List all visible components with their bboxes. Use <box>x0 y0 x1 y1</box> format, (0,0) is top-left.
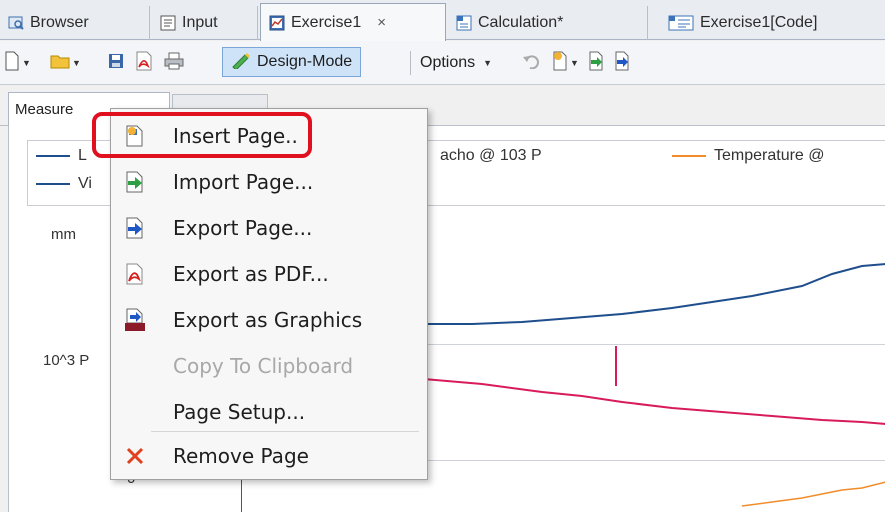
menu-item-label: Page Setup... <box>173 400 306 424</box>
import-page-toolbar-button[interactable] <box>588 51 604 75</box>
new-document-icon <box>4 51 20 76</box>
imc-graphics-icon <box>123 308 147 332</box>
printer-icon <box>164 52 184 75</box>
menu-item-label: Export as PDF... <box>173 262 329 286</box>
legend-label: acho @ 103 P <box>440 147 542 164</box>
legend-label: Temperature @ <box>714 147 825 164</box>
series-red-line <box>411 377 885 425</box>
code-icon <box>668 15 694 31</box>
import-page-icon <box>123 170 147 194</box>
export-page-toolbar-button[interactable] <box>614 51 630 75</box>
menu-item-page-setup[interactable]: Page Setup... <box>111 389 427 435</box>
new-page-button[interactable]: ▼ <box>4 51 31 75</box>
design-mode-label: Design-Mode <box>257 53 353 70</box>
save-icon <box>108 53 124 74</box>
tab-input[interactable]: Input <box>152 6 258 40</box>
page-context-menu: Insert Page.. Import Page... Export Page… <box>110 108 428 480</box>
legend-swatch <box>36 155 70 157</box>
toolbar: ▼ ▼ Design-Mode Options ▼ ▼ <box>0 41 885 85</box>
menu-item-copy-to-clipboard: Copy To Clipboard <box>111 343 427 389</box>
export-page-icon <box>614 51 630 76</box>
page-tab-label: Measure <box>15 101 74 118</box>
curve-window-icon <box>269 15 285 31</box>
save-button[interactable] <box>108 51 124 75</box>
legend-label: Vi <box>78 175 92 192</box>
dropdown-arrow-icon: ▼ <box>72 58 81 68</box>
sequence-icon <box>456 15 472 31</box>
open-button[interactable]: ▼ <box>50 51 81 75</box>
window-tab-strip: Browser Input Exercise1 × Calculation* E… <box>0 0 885 41</box>
insert-page-toolbar-button[interactable]: ▼ <box>552 51 579 75</box>
y-axis-label: 10^3 P <box>43 352 90 369</box>
menu-separator <box>151 431 419 432</box>
tab-exercise1-code[interactable]: Exercise1[Code] <box>660 6 885 40</box>
input-icon <box>160 15 176 31</box>
dropdown-arrow-icon: ▼ <box>570 58 579 68</box>
menu-item-label: Copy To Clipboard <box>173 354 354 378</box>
dropdown-arrow-icon: ▼ <box>22 58 31 68</box>
series-blue-line <box>412 263 885 325</box>
remove-x-icon <box>123 444 147 468</box>
menu-item-export-pdf[interactable]: Export as PDF... <box>111 251 427 297</box>
close-icon[interactable]: × <box>377 14 386 31</box>
options-label: Options <box>420 54 476 71</box>
legend-label: L <box>78 147 87 164</box>
import-page-icon <box>588 51 604 76</box>
insert-page-icon <box>552 51 568 76</box>
undo-button[interactable] <box>522 51 540 75</box>
tab-label: Exercise1[Code] <box>700 14 818 31</box>
pdf-icon <box>135 51 153 76</box>
options-menu-button[interactable]: Options ▼ <box>420 51 492 75</box>
tab-browser[interactable]: Browser <box>0 6 150 40</box>
menu-item-label: Remove Page <box>173 444 309 468</box>
menu-item-export-graphics[interactable]: Export as Graphics <box>111 297 427 343</box>
dropdown-arrow-icon: ▼ <box>483 58 493 68</box>
menu-item-label: Import Page... <box>173 170 314 194</box>
menu-item-remove-page[interactable]: Remove Page <box>111 433 427 479</box>
legend-entry: Temperature @ <box>672 147 825 165</box>
design-mode-icon <box>231 51 251 74</box>
legend-entry: L <box>36 147 87 165</box>
browser-icon <box>8 15 24 31</box>
print-button[interactable] <box>164 51 184 75</box>
tab-label: Calculation* <box>478 14 564 31</box>
tab-exercise1[interactable]: Exercise1 × <box>260 3 446 41</box>
menu-item-export-page[interactable]: Export Page... <box>111 205 427 251</box>
tab-label: Browser <box>30 14 89 31</box>
folder-icon <box>50 52 70 75</box>
legend-swatch <box>672 155 706 157</box>
design-mode-button[interactable]: Design-Mode <box>222 47 362 77</box>
menu-item-label: Export as Graphics <box>173 308 363 332</box>
export-page-icon <box>123 216 147 240</box>
legend-swatch <box>36 183 70 185</box>
annotation-highlight-box <box>92 112 312 158</box>
tab-calculation[interactable]: Calculation* <box>448 6 648 40</box>
toolbar-separator <box>410 51 411 75</box>
series-orange-line <box>741 481 885 507</box>
pdf-icon <box>123 262 147 286</box>
pdf-export-button[interactable] <box>135 51 153 75</box>
menu-item-import-page[interactable]: Import Page... <box>111 159 427 205</box>
tab-label: Input <box>182 14 218 31</box>
legend-entry: Vi <box>36 175 92 193</box>
menu-item-label: Export Page... <box>173 216 313 240</box>
undo-icon <box>522 53 540 74</box>
legend-entry: acho @ 103 P <box>440 147 542 165</box>
y-axis-label: mm <box>51 226 76 243</box>
tab-label: Exercise1 <box>291 13 362 31</box>
